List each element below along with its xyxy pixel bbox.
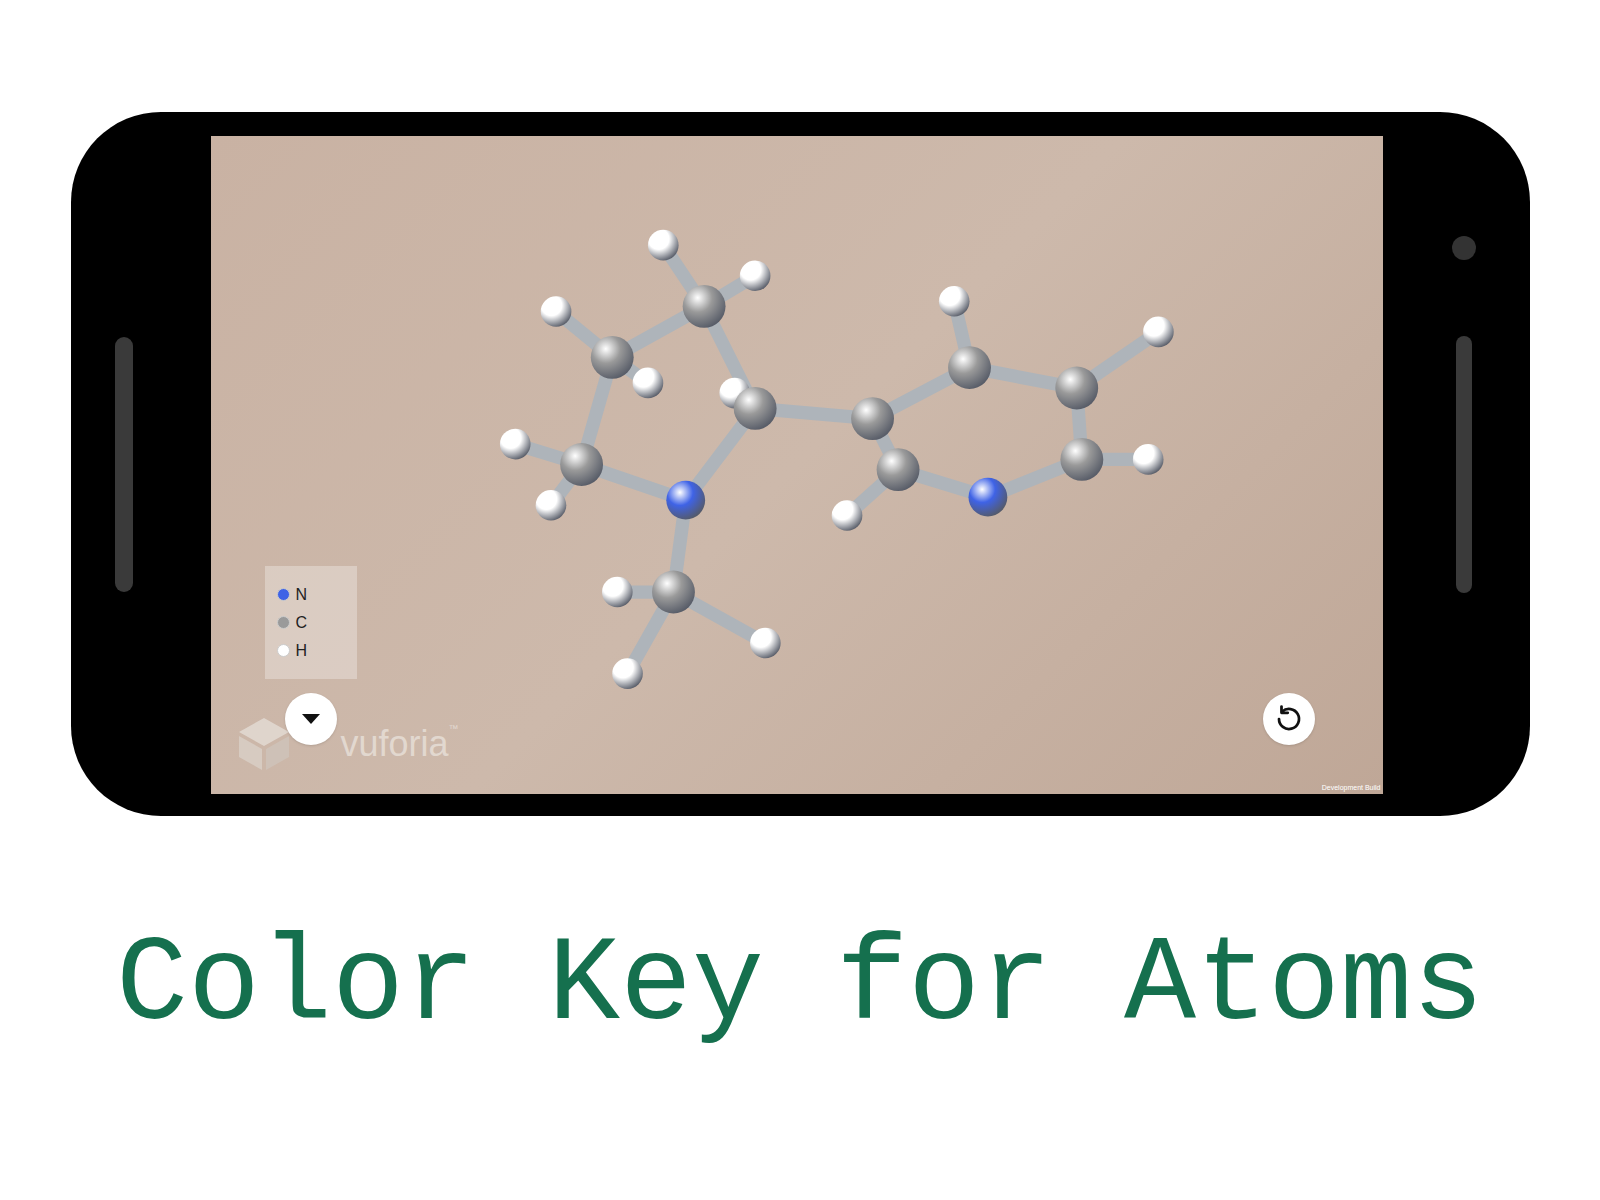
dropdown-button[interactable]	[285, 693, 337, 745]
atom	[632, 368, 663, 399]
atom	[682, 285, 725, 328]
reset-button[interactable]	[1263, 693, 1315, 745]
legend-label: C	[296, 614, 308, 632]
phone-right-side	[1383, 112, 1530, 816]
legend-dot-icon	[277, 644, 290, 657]
atom	[876, 448, 919, 491]
vuforia-wordmark: vuforia	[341, 722, 449, 766]
atom	[499, 429, 530, 460]
atom	[851, 397, 894, 440]
vuforia-logo-icon	[237, 716, 291, 772]
atom	[612, 658, 643, 689]
legend-item: N	[277, 586, 357, 604]
legend-item: C	[277, 614, 357, 632]
legend-label: N	[296, 586, 308, 604]
atom	[948, 346, 991, 389]
camera-view[interactable]: NCHvuforia™Development Build	[211, 136, 1383, 794]
atom	[540, 296, 571, 327]
atom	[733, 387, 776, 430]
legend-item: H	[277, 642, 357, 660]
reset-icon	[1274, 704, 1304, 734]
molecule-model[interactable]	[211, 136, 1383, 794]
build-label: Development Build	[1322, 783, 1381, 792]
trademark: ™	[449, 722, 459, 736]
vuforia-watermark: vuforia™	[237, 716, 459, 772]
atom	[739, 260, 770, 291]
caret-down-icon	[301, 713, 321, 725]
atom	[1055, 367, 1098, 410]
atom	[535, 490, 566, 521]
caption: Color Key for Atoms	[116, 916, 1484, 1056]
side-button	[1456, 336, 1472, 593]
atom	[1132, 444, 1163, 475]
legend-label: H	[296, 642, 308, 660]
phone-left-side	[71, 112, 211, 816]
camera-dot-icon	[1452, 236, 1476, 260]
atom	[831, 500, 862, 531]
atom	[968, 478, 1007, 517]
atom	[1060, 438, 1103, 481]
atom	[938, 286, 969, 317]
legend-dot-icon	[277, 616, 290, 629]
atom	[652, 571, 695, 614]
atom	[560, 443, 603, 486]
color-legend: NCH	[265, 566, 357, 679]
atom	[750, 628, 781, 659]
atom	[590, 336, 633, 379]
side-button	[115, 337, 133, 592]
atom	[602, 577, 633, 608]
page: NCHvuforia™Development BuildColor Key fo…	[0, 0, 1600, 1200]
legend-dot-icon	[277, 588, 290, 601]
atom	[647, 230, 678, 261]
phone-frame: NCHvuforia™Development Build	[71, 112, 1530, 816]
atom	[1143, 317, 1174, 348]
atom	[666, 481, 705, 520]
